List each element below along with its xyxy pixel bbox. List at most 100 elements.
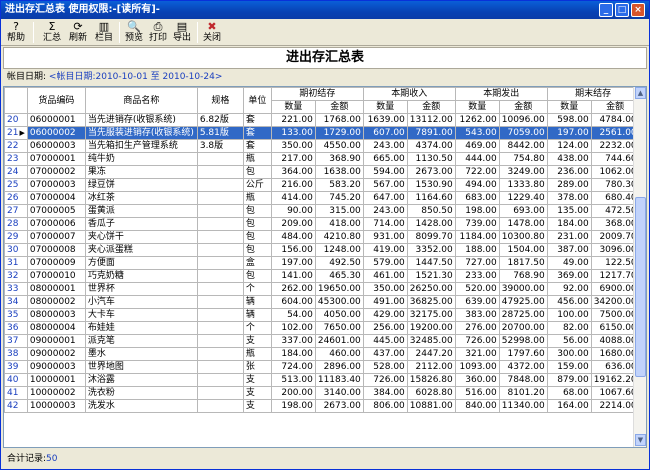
row-number[interactable]: 22 xyxy=(4,139,28,153)
cell-value[interactable]: 931.00 xyxy=(362,230,408,244)
cell-spec[interactable] xyxy=(196,230,244,244)
cell-name[interactable]: 巧克奶糖 xyxy=(84,269,198,283)
row-number[interactable]: 23 xyxy=(4,152,28,166)
cell-value[interactable]: 429.00 xyxy=(362,308,408,322)
cell-spec[interactable] xyxy=(196,360,244,374)
cell-unit[interactable]: 套 xyxy=(242,126,272,140)
help-button[interactable]: ? 帮助 xyxy=(3,20,29,45)
row-number[interactable]: 20 xyxy=(4,113,28,127)
cell-value[interactable]: 28725.00 xyxy=(498,308,548,322)
cell-value[interactable]: 6150.00 xyxy=(590,321,640,335)
table-row[interactable]: 33 08000001 世界杯 个 262.00 19650.00 350.00 26250.… xyxy=(4,282,640,296)
cell-value[interactable]: 8099.70 xyxy=(406,230,456,244)
table-row[interactable]: 34 08000002 小汽车 辆 604.00 45300.00 491.00 36825.… xyxy=(4,295,640,309)
cell-code[interactable]: 06000003 xyxy=(26,139,86,153)
cell-value[interactable]: 1729.00 xyxy=(314,126,364,140)
cell-value[interactable]: 1680.00 xyxy=(590,347,640,361)
cell-code[interactable]: 08000001 xyxy=(26,282,86,296)
cell-value[interactable]: 4784.00 xyxy=(590,113,640,127)
columns-button[interactable]: ▥ 栏目 xyxy=(91,20,117,45)
table-row[interactable]: 39 09000003 世界地图 张 724.00 2896.00 528.00 2112.0… xyxy=(4,360,640,374)
cell-value[interactable]: 156.00 xyxy=(270,243,316,257)
cell-value[interactable]: 159.00 xyxy=(546,360,592,374)
cell-value[interactable]: 665.00 xyxy=(362,152,408,166)
cell-value[interactable]: 598.00 xyxy=(546,113,592,127)
table-row[interactable]: 35 08000003 大卡车 辆 54.00 4050.00 429.00 32175.00… xyxy=(4,308,640,322)
cell-value[interactable]: 7848.00 xyxy=(498,373,548,387)
cell-value[interactable]: 414.00 xyxy=(270,191,316,205)
scroll-up-icon[interactable]: ▲ xyxy=(635,87,646,99)
cell-unit[interactable]: 瓶 xyxy=(242,152,272,166)
cell-value[interactable]: 7891.00 xyxy=(406,126,456,140)
cell-value[interactable]: 879.00 xyxy=(546,373,592,387)
cell-value[interactable]: 543.00 xyxy=(454,126,500,140)
cell-value[interactable]: 418.00 xyxy=(314,217,364,231)
cell-name[interactable]: 夹心饼干 xyxy=(84,230,198,244)
cell-value[interactable]: 469.00 xyxy=(454,139,500,153)
cell-value[interactable]: 141.00 xyxy=(270,269,316,283)
cell-value[interactable]: 4372.00 xyxy=(498,360,548,374)
cell-value[interactable]: 768.90 xyxy=(498,269,548,283)
cell-spec[interactable] xyxy=(196,308,244,322)
cell-value[interactable]: 243.00 xyxy=(362,204,408,218)
cell-spec[interactable]: 6.82版 xyxy=(196,113,244,127)
cell-value[interactable]: 233.00 xyxy=(454,269,500,283)
cell-value[interactable]: 198.00 xyxy=(270,399,316,413)
cell-value[interactable]: 19162.20 xyxy=(590,373,640,387)
cell-code[interactable]: 10000002 xyxy=(26,386,86,400)
cell-code[interactable]: 07000004 xyxy=(26,191,86,205)
cell-value[interactable]: 647.00 xyxy=(362,191,408,205)
cell-value[interactable]: 4550.00 xyxy=(314,139,364,153)
cell-value[interactable]: 184.00 xyxy=(546,217,592,231)
cell-name[interactable]: 当先服装进销存(收银系统) xyxy=(84,126,198,140)
cell-value[interactable]: 197.00 xyxy=(546,126,592,140)
cell-value[interactable]: 1639.00 xyxy=(362,113,408,127)
cell-code[interactable]: 08000004 xyxy=(26,321,86,335)
cell-name[interactable]: 香瓜子 xyxy=(84,217,198,231)
cell-value[interactable]: 465.30 xyxy=(314,269,364,283)
cell-value[interactable]: 1333.80 xyxy=(498,178,548,192)
scroll-down-icon[interactable]: ▼ xyxy=(635,434,646,446)
cell-value[interactable]: 780.30 xyxy=(590,178,640,192)
row-number[interactable]: 29 xyxy=(4,230,28,244)
cell-value[interactable]: 7059.00 xyxy=(498,126,548,140)
cell-value[interactable]: 6900.00 xyxy=(590,282,640,296)
cell-code[interactable]: 10000001 xyxy=(26,373,86,387)
col-header-code[interactable]: 货品编码 xyxy=(26,87,86,114)
col-header-income-qty[interactable]: 数量 xyxy=(362,100,408,114)
scroll-thumb[interactable] xyxy=(635,197,646,377)
cell-name[interactable]: 派克笔 xyxy=(84,334,198,348)
cell-value[interactable]: 122.50 xyxy=(590,256,640,270)
cell-value[interactable]: 10096.00 xyxy=(498,113,548,127)
cell-unit[interactable]: 辆 xyxy=(242,308,272,322)
cell-name[interactable]: 夹心派蛋糕 xyxy=(84,243,198,257)
cell-value[interactable]: 579.00 xyxy=(362,256,408,270)
row-number[interactable]: 21▶ xyxy=(4,126,28,140)
cell-value[interactable]: 3249.00 xyxy=(498,165,548,179)
cell-value[interactable]: 1262.00 xyxy=(454,113,500,127)
cell-code[interactable]: 07000002 xyxy=(26,165,86,179)
cell-value[interactable]: 744.60 xyxy=(590,152,640,166)
cell-code[interactable]: 06000001 xyxy=(26,113,86,127)
cell-value[interactable]: 1478.00 xyxy=(498,217,548,231)
cell-value[interactable]: 754.80 xyxy=(498,152,548,166)
table-row[interactable]: 32 07000010 巧克奶糖 包 141.00 465.30 461.00 1521.30… xyxy=(4,269,640,283)
cell-code[interactable]: 07000006 xyxy=(26,217,86,231)
cell-value[interactable]: 1530.90 xyxy=(406,178,456,192)
cell-name[interactable]: 小汽车 xyxy=(84,295,198,309)
cell-unit[interactable]: 支 xyxy=(242,386,272,400)
close-window-button[interactable]: × xyxy=(631,3,645,17)
table-row[interactable]: 42 10000003 洗发水 支 198.00 2673.00 806.00 10881.0… xyxy=(4,399,640,413)
table-row[interactable]: 38 09000002 墨水 瓶 184.00 460.00 437.00 2447.20 32… xyxy=(4,347,640,361)
cell-value[interactable]: 20700.00 xyxy=(498,321,548,335)
cell-value[interactable]: 368.90 xyxy=(314,152,364,166)
cell-value[interactable]: 693.00 xyxy=(498,204,548,218)
minimize-button[interactable]: _ xyxy=(599,3,613,17)
col-header-unit[interactable]: 单位 xyxy=(242,87,272,114)
cell-value[interactable]: 683.00 xyxy=(454,191,500,205)
cell-value[interactable]: 383.00 xyxy=(454,308,500,322)
cell-unit[interactable]: 包 xyxy=(242,217,272,231)
cell-value[interactable]: 438.00 xyxy=(546,152,592,166)
cell-value[interactable]: 378.00 xyxy=(546,191,592,205)
cell-code[interactable]: 07000001 xyxy=(26,152,86,166)
